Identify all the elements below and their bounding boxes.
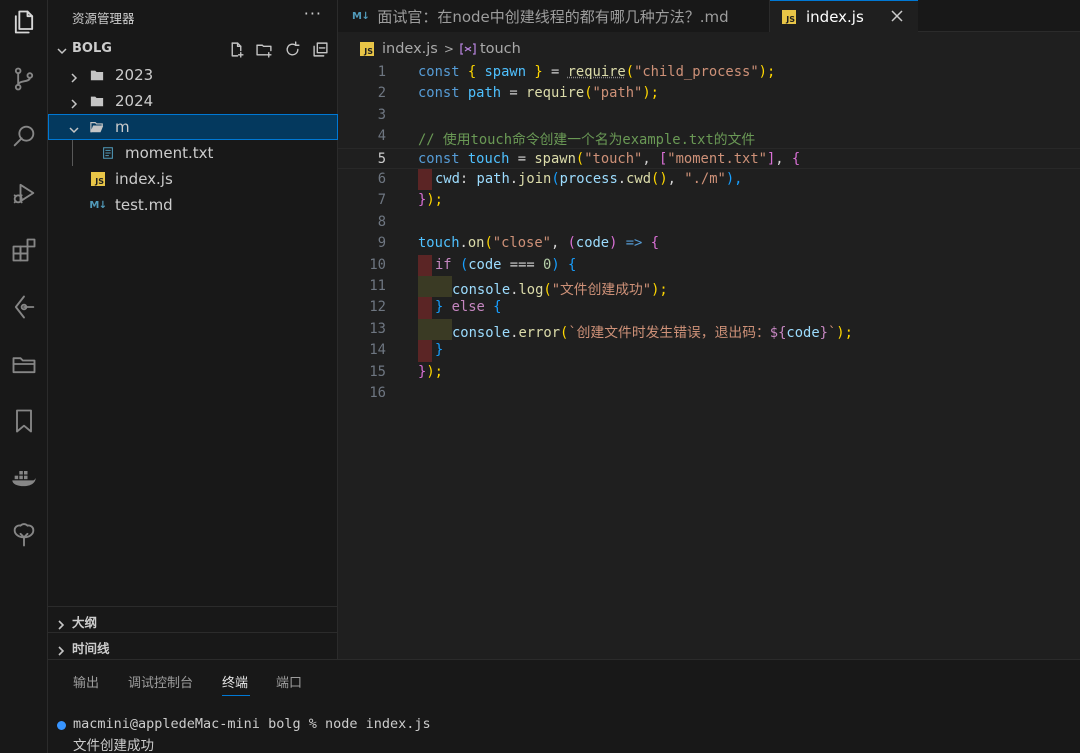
tree-item-label: test.md [115, 196, 173, 214]
tree-folder-m[interactable]: m [48, 114, 338, 140]
explorer-title: 资源管理器 [72, 11, 135, 26]
folder-icon [89, 67, 105, 83]
refresh-icon[interactable] [282, 39, 302, 59]
breadcrumb-file[interactable]: index.js [382, 41, 438, 57]
tree-file-moment-txt[interactable]: moment.txt [48, 140, 338, 166]
indent-error-highlight [418, 169, 432, 191]
outline-section[interactable]: 大纲 [48, 606, 338, 632]
panel-tab-output[interactable]: 输出 [73, 672, 99, 691]
workspace-header[interactable]: BOLG [48, 38, 338, 60]
tree-folder-2023[interactable]: 2023 [48, 62, 338, 88]
workspace-name: BOLG [72, 41, 112, 56]
chevron-right-icon: > [443, 42, 454, 56]
variable-symbol-icon [460, 41, 476, 57]
code-line: 11 console.log("文件创建成功"); [369, 276, 668, 298]
source-control-icon[interactable] [6, 61, 42, 97]
code-line: 2 const path = require("path"); [377, 85, 659, 102]
bottom-panel: 输出 调试控制台 终端 端口 macmini@appledeMac-mini b… [48, 659, 1080, 753]
bookmark-icon[interactable] [6, 403, 42, 439]
tree-item-label: moment.txt [125, 144, 214, 162]
docker-icon[interactable] [6, 460, 42, 496]
timeline-label: 时间线 [72, 641, 110, 656]
chevron-right-icon [56, 615, 66, 630]
tab-label: index.js [806, 8, 864, 26]
explorer-header: 资源管理器 ··· [48, 0, 338, 32]
outline-label: 大纲 [72, 615, 98, 630]
tree-item-label: 2024 [115, 92, 154, 110]
javascript-file-icon: JS [90, 171, 106, 187]
explorer-files-icon[interactable] [6, 4, 42, 40]
tree-icon[interactable] [6, 517, 42, 553]
tree-file-index-js[interactable]: JS index.js [48, 166, 338, 192]
code-line: 9 touch.on("close", (code) => { [377, 235, 659, 252]
tree-folder-2024[interactable]: 2024 [48, 88, 338, 114]
code-line: 12 } else { [338, 297, 1080, 319]
indent-warning-highlight [418, 318, 452, 341]
indent-error-highlight [418, 340, 432, 362]
collapse-all-icon[interactable] [310, 39, 330, 59]
tree-item-label: index.js [115, 170, 173, 188]
timeline-section[interactable]: 时间线 [48, 632, 338, 658]
tab-index-js[interactable]: JS index.js [770, 0, 918, 33]
close-icon[interactable] [888, 7, 906, 25]
panel-tab-terminal[interactable]: 终端 [222, 672, 248, 691]
workspace-actions [226, 39, 330, 59]
chevron-down-icon [56, 42, 68, 55]
editor-tabs: M↓ 面试官：在node中创建线程的都有哪几种方法？.md JS index.j… [338, 0, 1080, 33]
code-line: 16 [369, 385, 386, 401]
indent-error-highlight [418, 254, 432, 276]
more-actions-icon[interactable]: ··· [304, 4, 322, 23]
new-file-icon[interactable] [226, 39, 246, 59]
chevron-right-icon [68, 69, 80, 83]
terminal-output-line: 文件创建成功 [73, 738, 154, 753]
breadcrumb-symbol[interactable]: touch [480, 41, 521, 57]
search-icon[interactable] [6, 118, 42, 154]
indent-warning-highlight [418, 276, 452, 298]
chevron-right-icon [68, 95, 80, 109]
extensions-icon[interactable] [6, 232, 42, 268]
code-line: 1 const { spawn } = require("child_proce… [377, 64, 776, 80]
code-editor[interactable]: 1 const { spawn } = require("child_proce… [338, 60, 1080, 658]
new-folder-icon[interactable] [254, 39, 274, 59]
code-line: 14 } [338, 340, 1080, 362]
terminal-command-line[interactable]: macmini@appledeMac-mini bolg % node inde… [73, 716, 431, 732]
code-line: 15 }); [369, 363, 443, 380]
code-line: 13 console.error(`创建文件时发生错误，退出码：${code}`… [369, 318, 853, 341]
text-file-icon [100, 145, 116, 161]
explorer-sidebar: 资源管理器 ··· BOLG 2023 2024 m moment.txt JS… [48, 0, 338, 659]
tab-label: 面试官：在node中创建线程的都有哪几种方法？.md [377, 7, 729, 26]
run-debug-icon[interactable] [6, 175, 42, 211]
panel-tab-debug-console[interactable]: 调试控制台 [128, 672, 193, 691]
indent-error-highlight [418, 297, 432, 319]
chevron-down-icon [68, 121, 80, 134]
code-line: 4 // 使用touch命令创建一个名为example.txt的文件 [377, 128, 756, 149]
breadcrumb: JS index.js > touch [338, 38, 1080, 60]
folder-icon [89, 93, 105, 109]
code-line: 7 }); [377, 192, 443, 209]
javascript-file-icon: JS [782, 10, 796, 24]
panel-tab-ports[interactable]: 端口 [276, 672, 302, 691]
folder-open-icon [89, 119, 105, 135]
tree-item-label: m [115, 118, 130, 136]
folders-icon[interactable] [6, 346, 42, 382]
git-graph-icon[interactable] [6, 289, 42, 325]
markdown-file-icon: M↓ [89, 199, 107, 211]
tree-item-label: 2023 [115, 66, 154, 84]
command-status-dot-icon [57, 721, 66, 730]
code-line: 10 if (code === 0) { [338, 254, 1080, 276]
active-tab-indicator [222, 695, 250, 696]
tab-markdown-file[interactable]: M↓ 面试官：在node中创建线程的都有哪几种方法？.md [338, 0, 770, 32]
code-line: 8 [377, 213, 386, 230]
tree-file-test-md[interactable]: M↓ test.md [48, 192, 338, 218]
code-line-current: 5 const touch = spawn("touch", ["moment.… [338, 147, 1080, 169]
chevron-right-icon [56, 641, 66, 656]
javascript-file-icon: JS [360, 42, 374, 56]
code-line: 6 cwd: path.join(process.cwd(), "./m"), [338, 169, 1080, 191]
markdown-file-icon: M↓ [352, 10, 370, 22]
activity-bar [0, 0, 48, 753]
code-line: 3 [377, 106, 386, 123]
